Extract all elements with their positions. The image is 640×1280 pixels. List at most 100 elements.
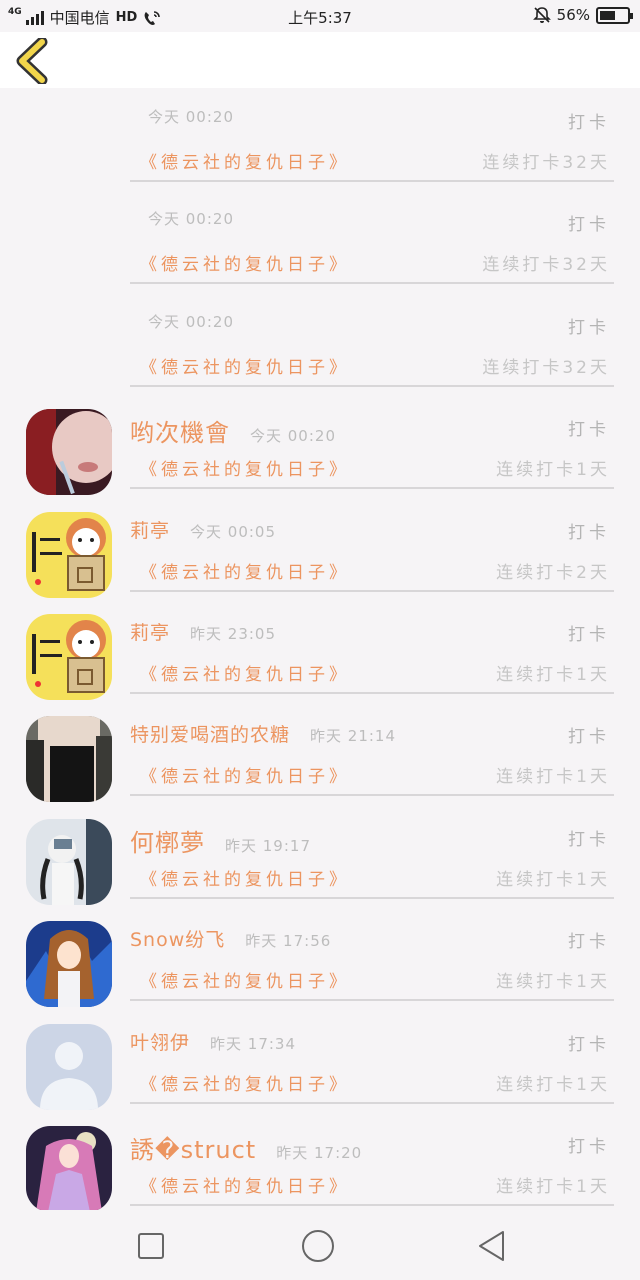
streak-text: 连续打卡1天 (496, 1176, 610, 1197)
user-name[interactable]: 莉亭 (130, 618, 170, 645)
book-title[interactable]: 《德云社的复仇日子》 (140, 660, 350, 685)
entry-detail: 《德云社的复仇日子》 连续打卡1天 (130, 660, 614, 686)
list-item[interactable]: 莉亭 今天 00:05 打卡 《德云社的复仇日子》 连续打卡2天 (0, 498, 640, 600)
entry-content: Snow纷飞 昨天 17:56 打卡 《德云社的复仇日子》 连续打卡1天 (130, 907, 614, 1002)
streak-text: 连续打卡32天 (482, 153, 610, 173)
book-title[interactable]: 《德云社的复仇日子》 (140, 865, 350, 890)
checkin-time: 今天 00:20 (148, 108, 234, 126)
entry-content: 誘�struct 昨天 17:20 打卡 《德云社的复仇日子》 连续打卡1天 (130, 1112, 614, 1206)
header-bar (0, 32, 640, 88)
entry-header: 今天 00:20 (130, 311, 614, 337)
checkin-label: 打卡 (568, 829, 610, 850)
list-item[interactable]: 哟次機會 今天 00:20 打卡 《德云社的复仇日子》 连续打卡1天 (0, 395, 640, 497)
book-title[interactable]: 《德云社的复仇日子》 (140, 1172, 350, 1197)
avatar[interactable] (26, 1125, 112, 1212)
circle-icon[interactable] (300, 1228, 336, 1264)
entry-content: 特别爱喝酒的农糖 昨天 21:14 打卡 《德云社的复仇日子》 连续打卡1天 (130, 702, 614, 797)
avatar[interactable] (26, 1023, 112, 1110)
entry-content: 莉亭 今天 00:05 打卡 《德云社的复仇日子》 连续打卡2天 (130, 498, 614, 592)
list-item[interactable]: 今天 00:20 打卡 《德云社的复仇日子》 连续打卡32天 (0, 293, 640, 395)
book-title[interactable]: 《德云社的复仇日子》 (140, 762, 350, 787)
checkin-time: 昨天 21:14 (310, 727, 397, 746)
entry-detail: 《德云社的复仇日子》 连续打卡1天 (130, 762, 614, 788)
mute-bell-icon (532, 7, 551, 23)
avatar[interactable] (26, 409, 112, 496)
book-title[interactable]: 《德云社的复仇日子》 (140, 558, 350, 583)
entry-content: 今天 00:20 打卡 《德云社的复仇日子》 连续打卡32天 (130, 190, 614, 285)
user-name[interactable]: 何槨夢 (130, 823, 205, 858)
entry-detail: 《德云社的复仇日子》 连续打卡1天 (130, 1172, 614, 1198)
checkin-time: 今天 00:20 (148, 312, 234, 331)
battery-percent: 56% (556, 6, 590, 24)
checkin-label: 打卡 (568, 522, 610, 543)
avatar[interactable] (26, 818, 112, 905)
entry-detail: 《德云社的复仇日子》 连续打卡1天 (130, 967, 614, 993)
list-item[interactable]: Snow纷飞 昨天 17:56 打卡 《德云社的复仇日子》 连续打卡1天 (0, 907, 640, 1009)
list-item[interactable]: 莉亭 昨天 23:05 打卡 《德云社的复仇日子》 连续打卡1天 (0, 600, 640, 702)
streak-text: 连续打卡1天 (496, 664, 610, 685)
entry-content: 今天 00:20 打卡 《德云社的复仇日子》 连续打卡32天 (130, 293, 614, 387)
entry-content: 何槨夢 昨天 19:17 打卡 《德云社的复仇日子》 连续打卡1天 (130, 805, 614, 899)
avatar[interactable] (26, 716, 112, 803)
user-name[interactable]: 誘�struct (130, 1130, 256, 1165)
streak-text: 连续打卡32天 (482, 357, 610, 378)
checkin-label: 打卡 (568, 215, 610, 236)
checkin-label: 打卡 (568, 624, 610, 645)
avatar[interactable] (26, 921, 112, 1008)
checkin-label: 打卡 (568, 420, 610, 441)
entry-content: 哟次機會 今天 00:20 打卡 《德云社的复仇日子》 连续打卡1天 (130, 395, 614, 490)
checkin-time: 今天 00:20 (148, 210, 234, 229)
entry-detail: 《德云社的复仇日子》 连续打卡1天 (130, 455, 614, 481)
checkin-label: 打卡 (568, 1034, 610, 1055)
streak-text: 连续打卡2天 (496, 562, 610, 583)
entry-detail: 《德云社的复仇日子》 连续打卡32天 (130, 250, 614, 276)
list-item[interactable]: 誘�struct 昨天 17:20 打卡 《德云社的复仇日子》 连续打卡1天 (0, 1112, 640, 1214)
list-item[interactable]: 今天 00:20 打卡 《德云社的复仇日子》 连续打卡32天 (0, 190, 640, 292)
entry-header: 哟次機會 今天 00:20 (130, 413, 614, 447)
streak-text: 连续打卡1天 (496, 1074, 610, 1095)
triangle-back-icon[interactable] (474, 1228, 510, 1264)
entry-detail: 《德云社的复仇日子》 连续打卡1天 (130, 1070, 614, 1096)
list-item[interactable]: 今天 00:20 打卡 《德云社的复仇日子》 连续打卡32天 (0, 88, 640, 190)
streak-text: 连续打卡32天 (482, 255, 610, 276)
entry-header: 誘�struct 昨天 17:20 (130, 1130, 614, 1164)
entry-header: 莉亭 昨天 23:05 (130, 618, 614, 644)
user-name[interactable]: 莉亭 (130, 516, 170, 543)
user-name[interactable]: Snow纷飞 (130, 925, 225, 952)
checkin-label: 打卡 (568, 1136, 610, 1157)
book-title[interactable]: 《德云社的复仇日子》 (140, 1070, 350, 1095)
chevron-left-icon[interactable] (12, 38, 56, 84)
list-item[interactable]: 叶翎伊 昨天 17:34 打卡 《德云社的复仇日子》 连续打卡1天 (0, 1010, 640, 1112)
checkin-label: 打卡 (568, 113, 610, 133)
checkin-label: 打卡 (568, 727, 610, 748)
entry-detail: 《德云社的复仇日子》 连续打卡32天 (130, 148, 614, 174)
streak-text: 连续打卡1天 (496, 972, 610, 993)
book-title[interactable]: 《德云社的复仇日子》 (140, 250, 350, 275)
entry-header: 今天 00:20 (130, 208, 614, 234)
book-title[interactable]: 《德云社的复仇日子》 (140, 353, 350, 378)
user-name[interactable]: 叶翎伊 (130, 1028, 190, 1055)
avatar[interactable] (26, 511, 112, 598)
checkin-time: 昨天 19:17 (225, 836, 311, 855)
entry-content: 今天 00:20 打卡 《德云社的复仇日子》 连续打卡32天 (130, 88, 614, 182)
streak-text: 连续打卡1天 (496, 767, 610, 788)
checkin-time: 昨天 17:20 (276, 1143, 363, 1162)
book-title[interactable]: 《德云社的复仇日子》 (140, 455, 350, 480)
entry-content: 叶翎伊 昨天 17:34 打卡 《德云社的复仇日子》 连续打卡1天 (130, 1010, 614, 1104)
user-name[interactable]: 哟次機會 (130, 413, 230, 448)
avatar[interactable] (26, 613, 112, 700)
checkin-list: 今天 00:20 打卡 《德云社的复仇日子》 连续打卡32天 今天 00:20 … (0, 88, 640, 1214)
book-title[interactable]: 《德云社的复仇日子》 (140, 148, 350, 173)
user-name[interactable]: 特别爱喝酒的农糖 (130, 720, 290, 747)
checkin-label: 打卡 (568, 932, 610, 953)
checkin-time: 昨天 23:05 (190, 624, 277, 643)
entry-detail: 《德云社的复仇日子》 连续打卡32天 (130, 353, 614, 379)
square-icon[interactable] (133, 1228, 169, 1264)
entry-header: 叶翎伊 昨天 17:34 (130, 1028, 614, 1054)
book-title[interactable]: 《德云社的复仇日子》 (140, 967, 350, 992)
list-item[interactable]: 特别爱喝酒的农糖 昨天 21:14 打卡 《德云社的复仇日子》 连续打卡1天 (0, 702, 640, 804)
list-item[interactable]: 何槨夢 昨天 19:17 打卡 《德云社的复仇日子》 连续打卡1天 (0, 805, 640, 907)
checkin-time: 昨天 17:56 (245, 932, 332, 951)
checkin-label: 打卡 (568, 317, 610, 338)
entry-detail: 《德云社的复仇日子》 连续打卡2天 (130, 558, 614, 584)
